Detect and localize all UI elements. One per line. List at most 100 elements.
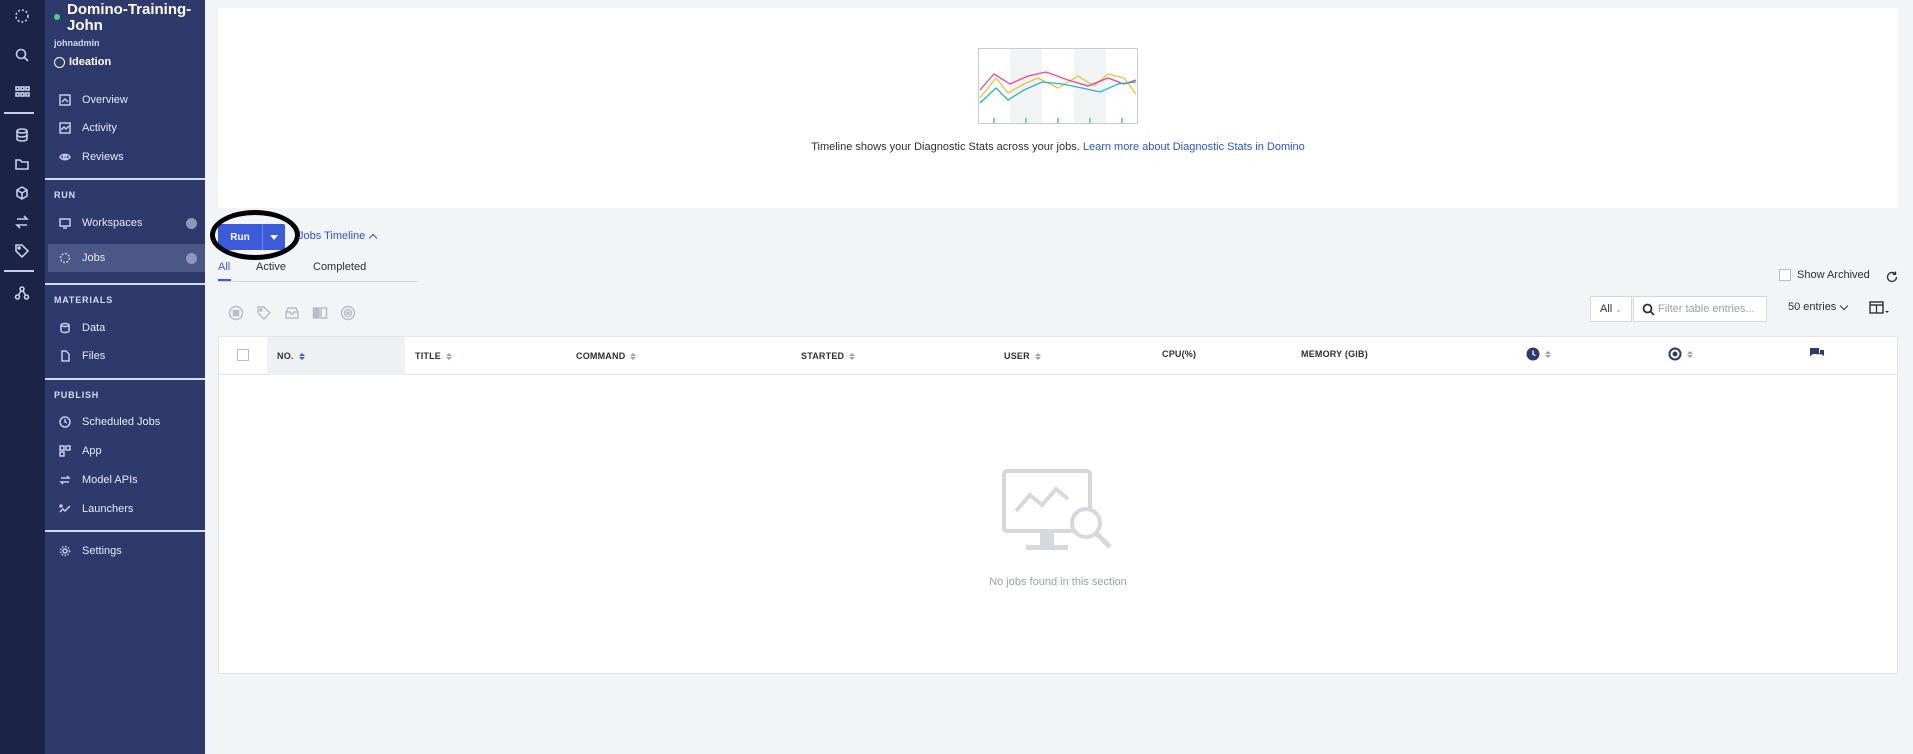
clock-icon — [58, 415, 72, 429]
column-header-command[interactable]: COMMAND — [576, 351, 637, 361]
tab-all[interactable]: All — [218, 261, 230, 273]
column-header-label: TITLE — [415, 351, 441, 361]
database-icon[interactable] — [12, 125, 32, 145]
section-label-materials: MATERIALS — [54, 295, 114, 305]
sort-icon — [630, 352, 637, 360]
tab-active[interactable]: Active — [256, 261, 286, 273]
columns-icon[interactable] — [1869, 301, 1889, 315]
compare-icon[interactable] — [312, 305, 328, 321]
chevron-down-icon — [1840, 301, 1849, 310]
file-icon — [58, 349, 72, 363]
sidebar-item-label: Data — [82, 322, 106, 334]
sidebar-item-overview[interactable]: Overview — [48, 86, 205, 114]
cube-icon[interactable] — [12, 183, 32, 203]
diagnostic-stats-link[interactable]: Learn more about Diagnostic Stats in Dom… — [1083, 141, 1305, 153]
sidebar-item-label: Launchers — [82, 503, 134, 515]
sidebar-item-label: Activity — [82, 122, 117, 134]
stage-icon — [54, 56, 65, 68]
column-header-title[interactable]: TITLE — [415, 351, 452, 361]
sidebar-divider — [45, 283, 205, 285]
project-sidebar: Domino-Training-John johnadmin Ideation … — [45, 0, 205, 754]
transfer-icon — [58, 473, 72, 487]
sidebar-item-reviews[interactable]: Reviews — [48, 143, 205, 171]
database-icon — [58, 321, 72, 335]
monitor-icon — [58, 216, 72, 230]
domino-logo-icon[interactable] — [12, 6, 32, 26]
status-filter-value: All — [1600, 303, 1613, 315]
chevron-up-icon — [369, 233, 378, 242]
tag-icon[interactable] — [256, 305, 272, 321]
column-header-label: USER — [1004, 351, 1030, 361]
sidebar-item-app[interactable]: App — [48, 437, 205, 465]
project-owner: johnadmin — [54, 38, 100, 48]
tab-completed[interactable]: Completed — [313, 261, 366, 273]
gear-icon — [58, 544, 72, 558]
column-header-duration[interactable] — [1526, 347, 1551, 361]
sidebar-item-label: Model APIs — [82, 474, 138, 486]
sidebar-item-label: Reviews — [82, 151, 124, 163]
job-status-tabs: All Active Completed — [218, 258, 418, 282]
jobs-table: NO. TITLE COMMAND STARTED USER CPU(%) ME… — [218, 336, 1898, 674]
jobs-timeline-toggle[interactable]: Jobs Timeline — [298, 230, 378, 242]
project-stage[interactable]: Ideation — [54, 56, 111, 68]
column-header-label: COMMAND — [576, 351, 626, 361]
search-icon[interactable] — [12, 45, 32, 65]
empty-state-text: No jobs found in this section — [989, 576, 1127, 588]
sidebar-item-label: Jobs — [82, 252, 106, 264]
sidebar-divider — [45, 378, 205, 380]
section-label-run: RUN — [54, 190, 76, 200]
hierarchy-icon[interactable] — [12, 283, 32, 303]
status-filter-select[interactable]: All ⌄ — [1590, 296, 1632, 322]
column-header-started[interactable]: STARTED — [801, 351, 856, 361]
chevron-down-icon: ⌄ — [1615, 304, 1622, 314]
show-archived-checkbox[interactable] — [1779, 269, 1791, 281]
column-header-comments[interactable] — [1809, 346, 1825, 360]
sidebar-item-launchers[interactable]: Launchers — [48, 495, 205, 523]
sort-icon — [298, 352, 305, 360]
sidebar-item-data[interactable]: Data — [48, 314, 205, 342]
apps-grid-icon[interactable] — [12, 82, 32, 102]
icon-rail — [0, 0, 45, 754]
sidebar-item-model-apis[interactable]: Model APIs — [48, 466, 205, 494]
column-header-user[interactable]: USER — [1004, 351, 1041, 361]
sidebar-item-activity[interactable]: Activity — [48, 114, 205, 142]
sidebar-item-jobs[interactable]: Jobs — [48, 244, 205, 272]
sidebar-divider — [45, 178, 205, 180]
sidebar-item-workspaces[interactable]: Workspaces — [48, 209, 205, 237]
entries-per-page-select[interactable]: 50 entries — [1788, 301, 1849, 313]
sidebar-item-label: Workspaces — [82, 217, 143, 229]
sidebar-item-scheduled-jobs[interactable]: Scheduled Jobs — [48, 408, 205, 436]
project-status-dot — [54, 14, 60, 20]
sidebar-item-settings[interactable]: Settings — [48, 537, 205, 565]
search-icon — [1642, 303, 1655, 316]
sidebar-item-label: Files — [82, 350, 106, 362]
folder-icon[interactable] — [12, 154, 32, 174]
transfer-icon[interactable] — [12, 212, 32, 232]
target-icon[interactable] — [340, 305, 356, 321]
entries-label: 50 entries — [1788, 301, 1837, 313]
sort-icon — [446, 352, 452, 360]
add-job-icon[interactable] — [186, 253, 197, 264]
show-archived-toggle[interactable]: Show Archived — [1779, 269, 1870, 281]
empty-monitor-search-icon — [1002, 469, 1112, 550]
sidebar-item-label: App — [82, 445, 102, 457]
sort-icon — [1545, 350, 1551, 358]
status-sync-icon — [1668, 347, 1682, 361]
stop-icon[interactable] — [228, 305, 244, 321]
sidebar-item-files[interactable]: Files — [48, 342, 205, 370]
sidebar-item-label: Settings — [82, 545, 122, 557]
overview-icon — [58, 93, 72, 107]
project-name[interactable]: Domino-Training-John — [67, 2, 201, 34]
sort-icon — [849, 352, 856, 360]
column-header-status[interactable] — [1668, 347, 1693, 361]
jobs-spinner-icon — [58, 251, 72, 265]
tag-icon[interactable] — [12, 241, 32, 261]
filter-placeholder: Filter table entries... — [1658, 303, 1755, 315]
select-all-checkbox[interactable] — [237, 349, 249, 361]
filter-table-input[interactable]: Filter table entries... — [1633, 296, 1767, 322]
column-header-no[interactable]: NO. — [277, 351, 305, 361]
archive-icon[interactable] — [284, 305, 300, 321]
refresh-icon[interactable] — [1885, 270, 1899, 284]
app-grid-icon — [58, 444, 72, 458]
rail-divider — [4, 112, 34, 114]
